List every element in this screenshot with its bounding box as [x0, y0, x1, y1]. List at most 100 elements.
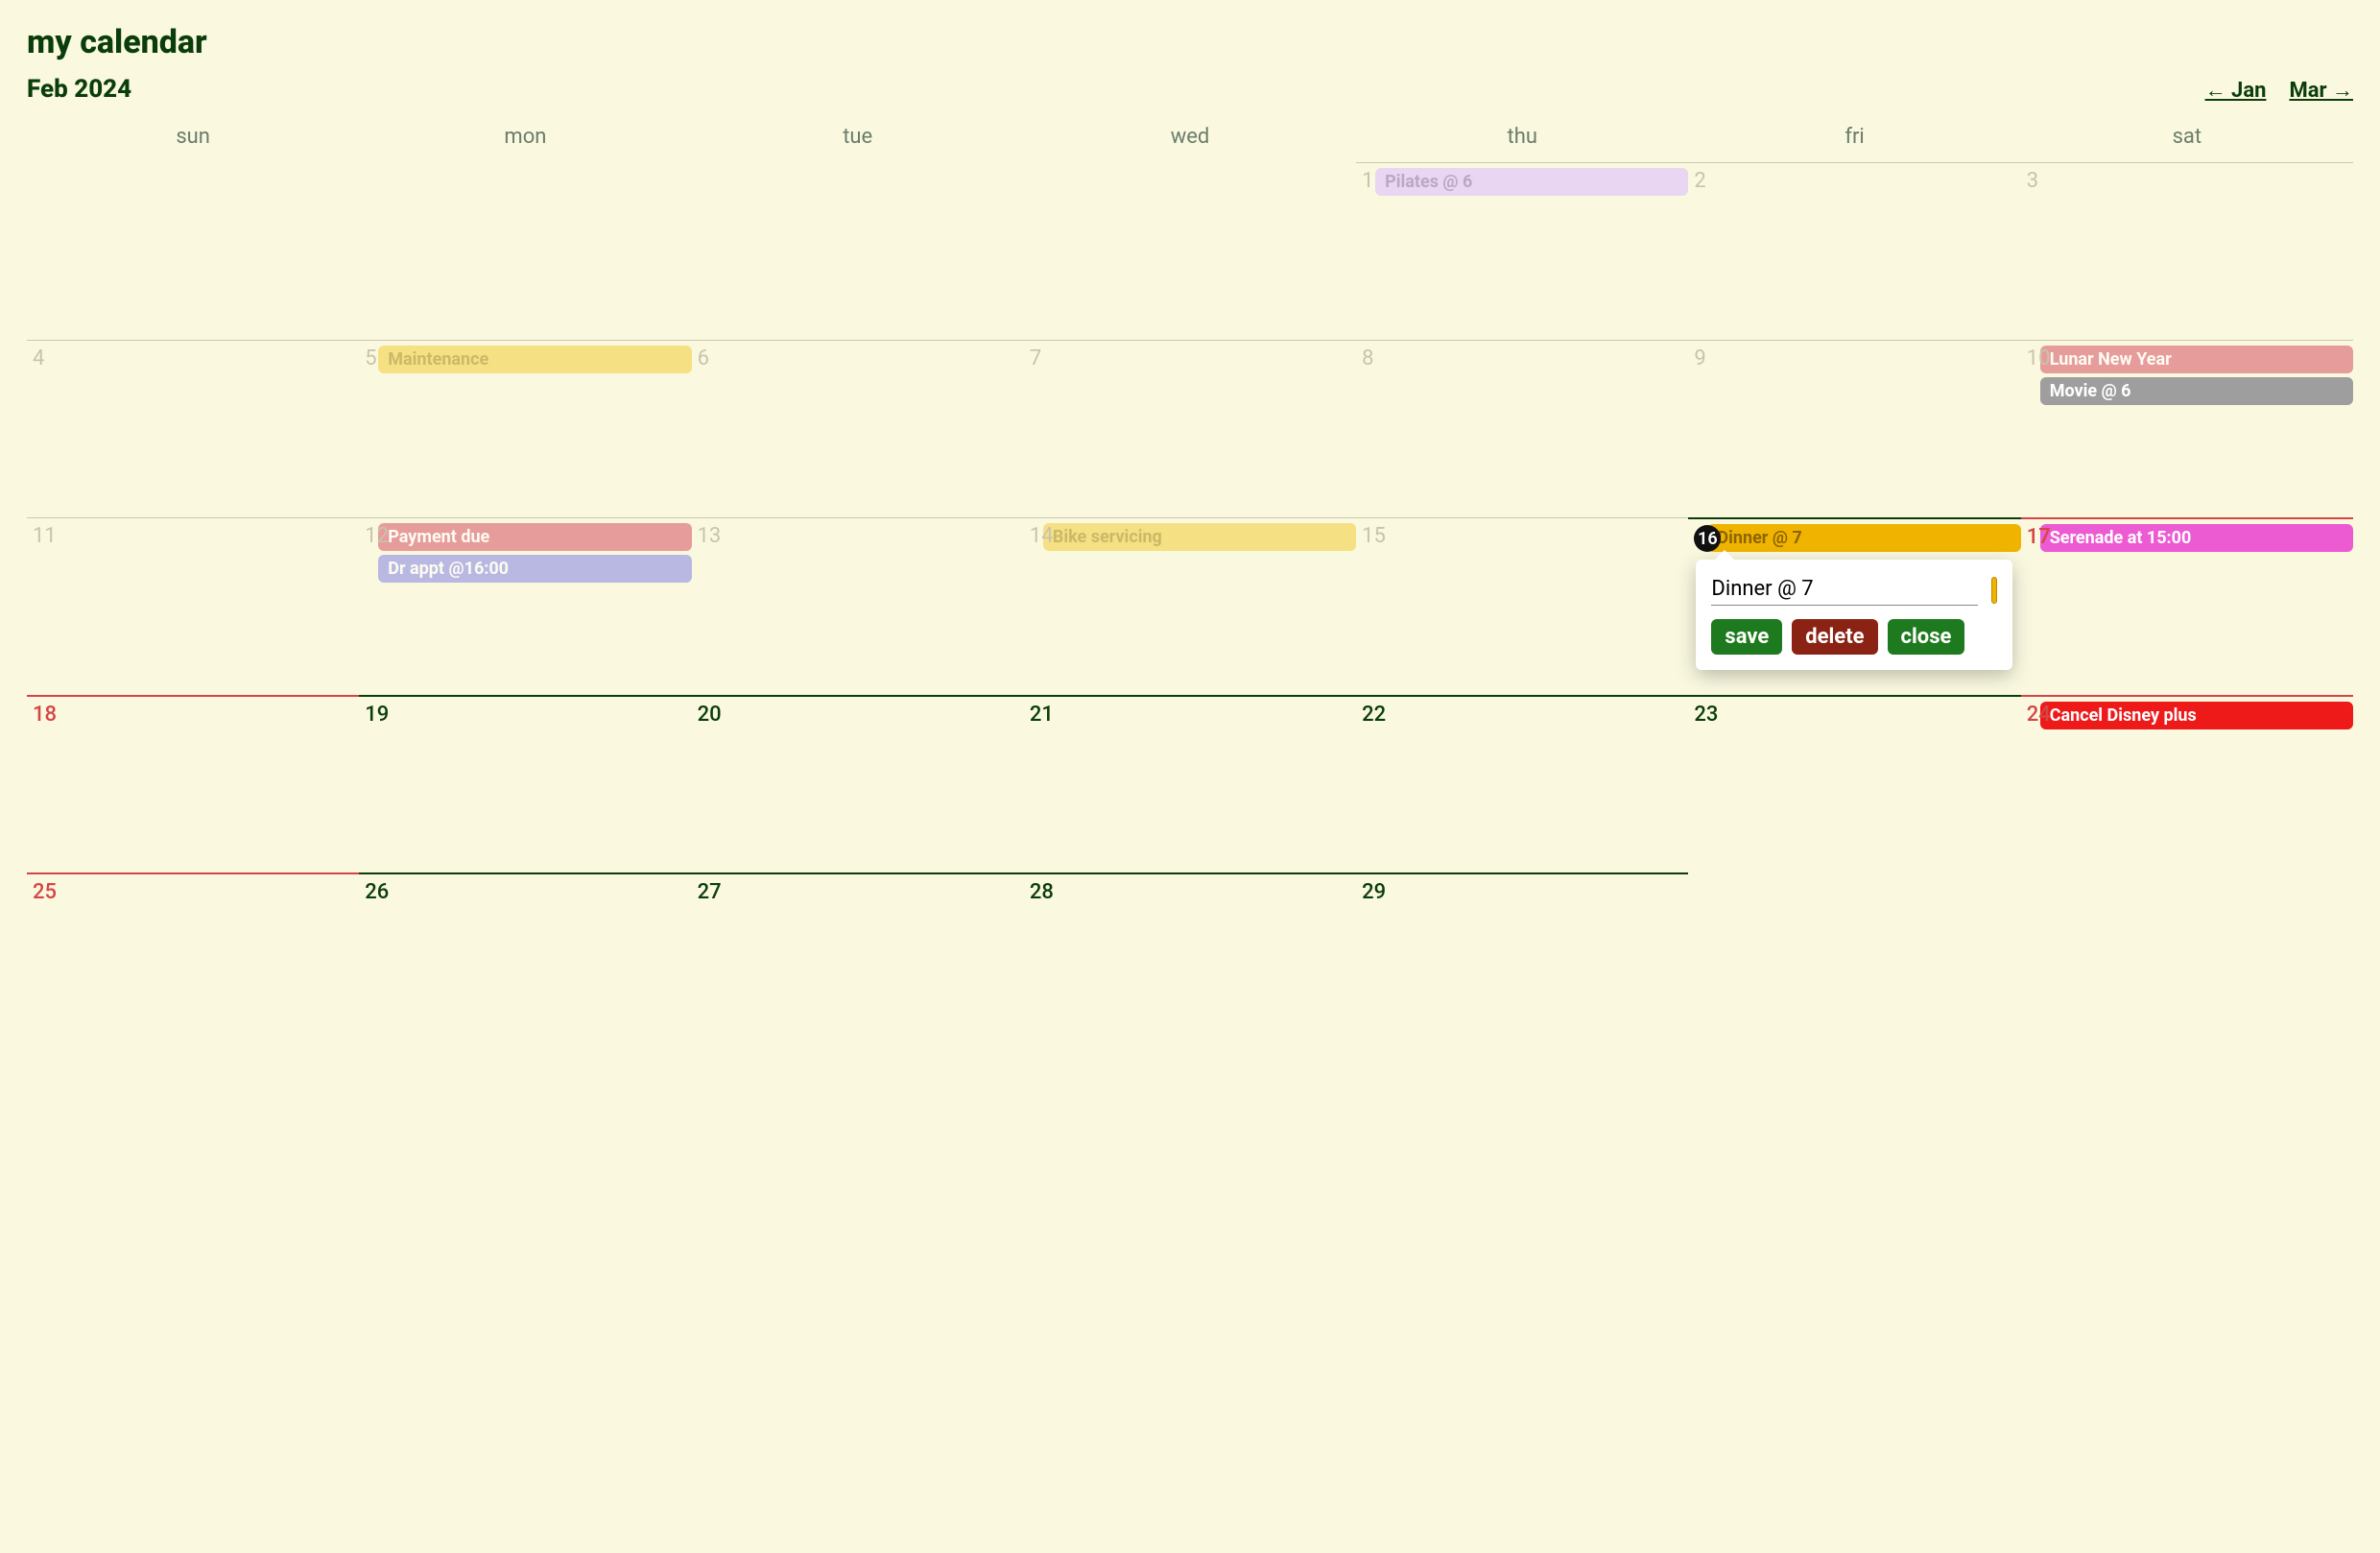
- empty-cell: [692, 162, 1024, 340]
- day-number: 4: [33, 346, 44, 370]
- day-cell[interactable]: 21: [1024, 695, 1356, 872]
- event-pill[interactable]: Maintenance: [378, 346, 691, 373]
- day-cell[interactable]: 19: [359, 695, 691, 872]
- day-number: 18: [33, 703, 57, 727]
- day-cell[interactable]: 20: [692, 695, 1024, 872]
- calendar-grid: 1Pilates @ 62345Maintenance678910Lunar N…: [27, 162, 2353, 1050]
- day-number: 14: [1030, 524, 1054, 548]
- dow-label: tue: [692, 125, 1024, 162]
- day-cell[interactable]: 24Cancel Disney plus: [2021, 695, 2353, 872]
- dow-label: sat: [2021, 125, 2353, 162]
- event-pill[interactable]: Lunar New Year: [2040, 346, 2353, 373]
- day-number: 10: [2027, 346, 2051, 370]
- event-color-swatch[interactable]: [1991, 577, 1997, 604]
- save-button[interactable]: save: [1711, 619, 1782, 655]
- day-number: 6: [698, 346, 709, 370]
- event-pill[interactable]: Payment due: [378, 523, 691, 551]
- today-marker: 16: [1694, 525, 1721, 552]
- event-pill[interactable]: Bike servicing: [1043, 523, 1356, 551]
- event-pill[interactable]: Movie @ 6: [2040, 377, 2353, 405]
- day-cell[interactable]: 5Maintenance: [359, 340, 691, 517]
- day-number: 28: [1030, 880, 1054, 904]
- day-number: 25: [33, 880, 57, 904]
- day-cell[interactable]: 17Serenade at 15:00: [2021, 517, 2353, 695]
- day-number: 11: [33, 524, 57, 548]
- empty-cell: [27, 162, 359, 340]
- events-container: Maintenance: [378, 346, 691, 373]
- day-number: 8: [1362, 346, 1373, 370]
- event-pill[interactable]: Cancel Disney plus: [2040, 702, 2353, 729]
- day-number: 21: [1030, 703, 1054, 727]
- day-cell[interactable]: 18: [27, 695, 359, 872]
- empty-cell: [359, 162, 691, 340]
- day-number: 29: [1362, 880, 1386, 904]
- day-number: 23: [1694, 703, 1718, 727]
- event-pill[interactable]: Serenade at 15:00: [2040, 524, 2353, 552]
- day-cell[interactable]: 4: [27, 340, 359, 517]
- day-cell[interactable]: 6: [692, 340, 1024, 517]
- day-number: 2: [1694, 169, 1705, 193]
- empty-cell: [1024, 162, 1356, 340]
- day-number: 27: [698, 880, 722, 904]
- dow-label: thu: [1356, 125, 1688, 162]
- day-cell[interactable]: 11: [27, 517, 359, 695]
- event-title-input[interactable]: [1711, 575, 1978, 606]
- day-number: 26: [365, 880, 389, 904]
- day-number: 19: [365, 703, 389, 727]
- day-cell[interactable]: 14Bike servicing: [1024, 517, 1356, 695]
- day-cell[interactable]: 16Dinner @ 7 save delete close: [1688, 517, 2020, 695]
- day-cell[interactable]: 28: [1024, 872, 1356, 1050]
- day-of-week-header: sunmontuewedthufrisat: [27, 125, 2353, 162]
- day-cell[interactable]: 22: [1356, 695, 1688, 872]
- delete-button[interactable]: delete: [1792, 619, 1877, 655]
- empty-cell: [1688, 872, 2020, 1050]
- day-cell[interactable]: 2: [1688, 162, 2020, 340]
- day-cell[interactable]: 9: [1688, 340, 2020, 517]
- prev-month-link[interactable]: ← Jan: [2205, 78, 2267, 103]
- events-container: Pilates @ 6: [1375, 168, 1688, 196]
- next-month-link[interactable]: Mar →: [2289, 78, 2353, 103]
- day-cell[interactable]: 8: [1356, 340, 1688, 517]
- day-number: 16: [1694, 525, 1721, 552]
- day-number: 12: [365, 524, 389, 548]
- event-pill[interactable]: Dr appt @16:00: [378, 555, 691, 583]
- dow-label: wed: [1024, 125, 1356, 162]
- day-cell[interactable]: 27: [692, 872, 1024, 1050]
- day-cell[interactable]: 12Payment due Dr appt @16:00: [359, 517, 691, 695]
- event-editor-popup: save delete close: [1696, 560, 2012, 670]
- day-number: 17: [2027, 525, 2051, 549]
- day-number: 5: [365, 346, 376, 370]
- empty-cell: [2021, 872, 2353, 1050]
- day-cell[interactable]: 15: [1356, 517, 1688, 695]
- day-cell[interactable]: 25: [27, 872, 359, 1050]
- day-number: 15: [1362, 524, 1386, 548]
- event-pill[interactable]: Dinner @ 7: [1707, 524, 2020, 552]
- day-number: 20: [698, 703, 722, 727]
- day-number: 13: [698, 524, 722, 548]
- day-cell[interactable]: 13: [692, 517, 1024, 695]
- day-cell[interactable]: 23: [1688, 695, 2020, 872]
- events-container: Payment due Dr appt @16:00: [378, 523, 691, 583]
- day-cell[interactable]: 3: [2021, 162, 2353, 340]
- day-number: 22: [1362, 703, 1386, 727]
- events-container: Serenade at 15:00: [2040, 524, 2353, 552]
- dow-label: sun: [27, 125, 359, 162]
- day-cell[interactable]: 26: [359, 872, 691, 1050]
- events-container: Lunar New Year Movie @ 6: [2040, 346, 2353, 405]
- day-number: 9: [1694, 346, 1705, 370]
- events-container: Bike servicing: [1043, 523, 1356, 551]
- events-container: Cancel Disney plus: [2040, 702, 2353, 729]
- day-number: 3: [2027, 169, 2038, 193]
- title: my calendar: [27, 23, 2353, 61]
- day-number: 7: [1030, 346, 1041, 370]
- day-cell[interactable]: 10Lunar New Year Movie @ 6: [2021, 340, 2353, 517]
- close-button[interactable]: close: [1888, 619, 1965, 655]
- dow-label: mon: [359, 125, 691, 162]
- day-number: 24: [2027, 703, 2051, 727]
- events-container: Dinner @ 7: [1707, 524, 2020, 552]
- day-cell[interactable]: 1Pilates @ 6: [1356, 162, 1688, 340]
- dow-label: fri: [1688, 125, 2020, 162]
- event-pill[interactable]: Pilates @ 6: [1375, 168, 1688, 196]
- day-cell[interactable]: 7: [1024, 340, 1356, 517]
- day-cell[interactable]: 29: [1356, 872, 1688, 1050]
